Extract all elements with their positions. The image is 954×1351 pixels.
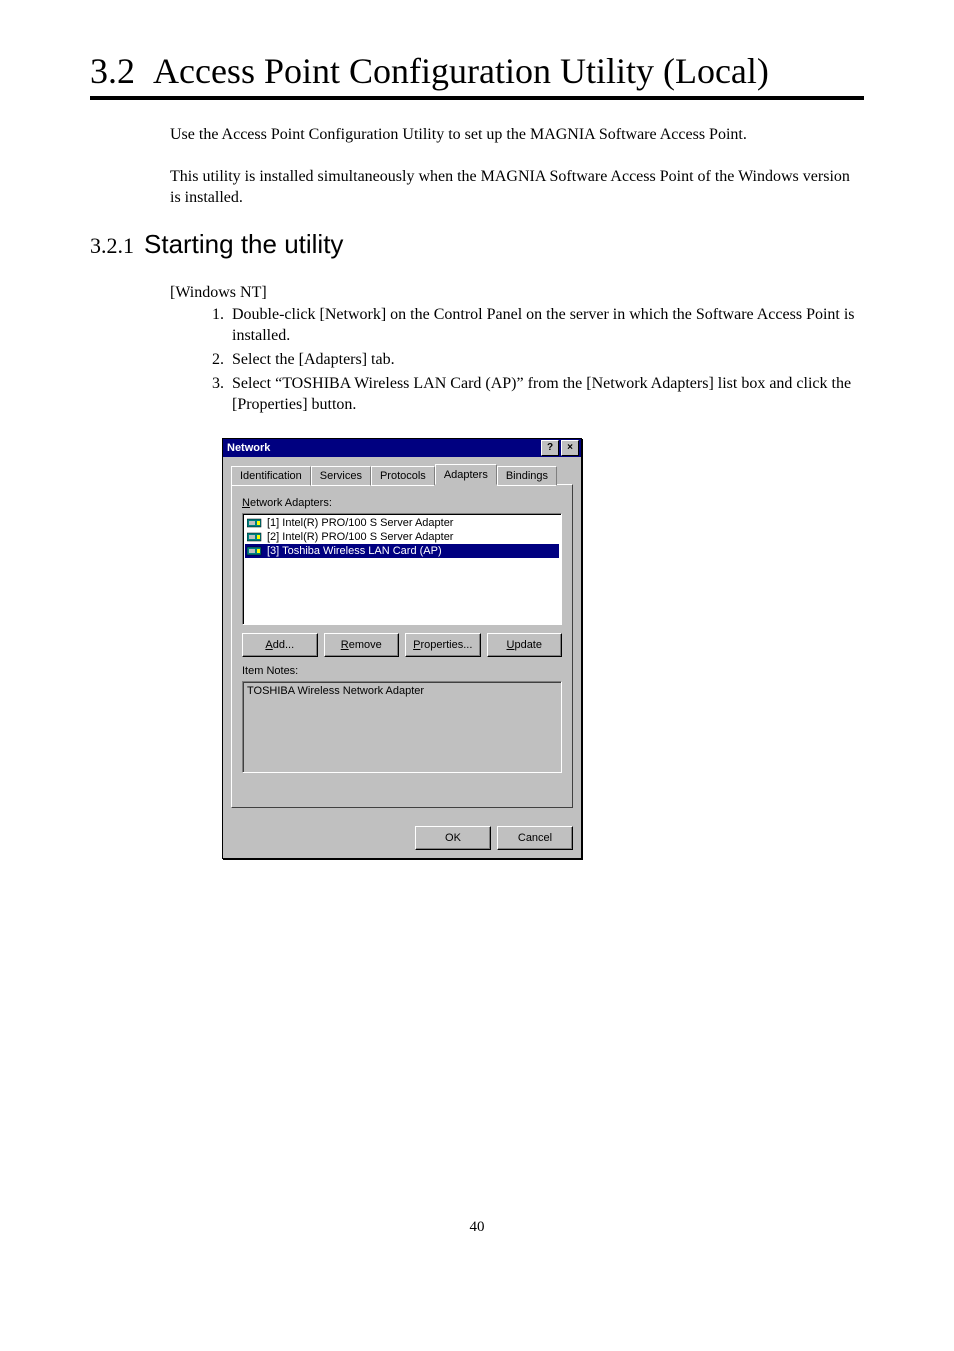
cancel-button[interactable]: Cancel: [497, 826, 573, 850]
nic-icon: [247, 517, 263, 529]
ok-button[interactable]: OK: [415, 826, 491, 850]
subsection-number: 3.2.1: [90, 233, 134, 258]
subsection-title: Starting the utility: [144, 229, 343, 259]
subsection-heading: 3.2.1 Starting the utility: [90, 229, 864, 260]
tab-identification[interactable]: Identification: [231, 466, 311, 486]
dialog-title: Network: [227, 442, 539, 454]
help-icon: ?: [547, 443, 553, 453]
nic-icon: [247, 545, 263, 557]
adapter-item-selected[interactable]: [3] Toshiba Wireless LAN Card (AP): [245, 544, 559, 558]
dialog-titlebar[interactable]: Network ? ×: [223, 439, 581, 457]
item-notes-box: TOSHIBA Wireless Network Adapter: [242, 681, 562, 773]
add-button[interactable]: Add...: [242, 633, 318, 657]
page-number: 40: [90, 1219, 864, 1236]
intro-p2: This utility is installed simultaneously…: [170, 166, 864, 209]
tab-adapters[interactable]: Adapters: [435, 464, 497, 485]
intro-p1: Use the Access Point Configuration Utili…: [170, 124, 864, 146]
close-icon: ×: [567, 443, 573, 453]
adapter-item-label: [1] Intel(R) PRO/100 S Server Adapter: [267, 517, 453, 529]
heading-rule: [90, 96, 864, 100]
intro-text: Use the Access Point Configuration Utili…: [170, 124, 864, 209]
steps-list: Double-click [Network] on the Control Pa…: [170, 304, 864, 416]
tab-strip: Identification Services Protocols Adapte…: [231, 463, 573, 485]
dialog-footer: OK Cancel: [223, 818, 581, 858]
adapter-item[interactable]: [2] Intel(R) PRO/100 S Server Adapter: [245, 530, 559, 544]
platform-label: [Windows NT]: [170, 284, 864, 302]
adapter-item-label: [2] Intel(R) PRO/100 S Server Adapter: [267, 531, 453, 543]
nic-icon: [247, 531, 263, 543]
section-number: 3.2: [90, 51, 135, 91]
step-item: Select “TOSHIBA Wireless LAN Card (AP)” …: [228, 373, 864, 416]
properties-button[interactable]: Properties...: [405, 633, 481, 657]
tab-protocols[interactable]: Protocols: [371, 466, 435, 486]
remove-button[interactable]: Remove: [324, 633, 400, 657]
adapter-item-label: [3] Toshiba Wireless LAN Card (AP): [267, 545, 442, 557]
adapter-buttons-row: Add... Remove Properties... Update: [242, 633, 562, 657]
adapter-item[interactable]: [1] Intel(R) PRO/100 S Server Adapter: [245, 516, 559, 530]
close-button[interactable]: ×: [561, 440, 579, 456]
item-notes-text: TOSHIBA Wireless Network Adapter: [247, 685, 424, 697]
network-adapters-listbox[interactable]: [1] Intel(R) PRO/100 S Server Adapter [2…: [242, 513, 562, 625]
step-item: Select the [Adapters] tab.: [228, 349, 864, 371]
network-adapters-label: Network Adapters:: [242, 497, 562, 509]
tab-panel-adapters: Network Adapters: [1] Intel(R) PRO/100 S…: [231, 484, 573, 808]
step-item: Double-click [Network] on the Control Pa…: [228, 304, 864, 347]
update-button[interactable]: Update: [487, 633, 563, 657]
item-notes-label: Item Notes:: [242, 665, 562, 677]
network-dialog: Network ? × Identification Services Prot…: [222, 438, 582, 859]
help-button[interactable]: ?: [541, 440, 559, 456]
section-heading: 3.2 Access Point Configuration Utility (L…: [90, 50, 864, 92]
tab-bindings[interactable]: Bindings: [497, 466, 557, 486]
section-title: Access Point Configuration Utility (Loca…: [153, 51, 769, 91]
tab-services[interactable]: Services: [311, 466, 371, 486]
